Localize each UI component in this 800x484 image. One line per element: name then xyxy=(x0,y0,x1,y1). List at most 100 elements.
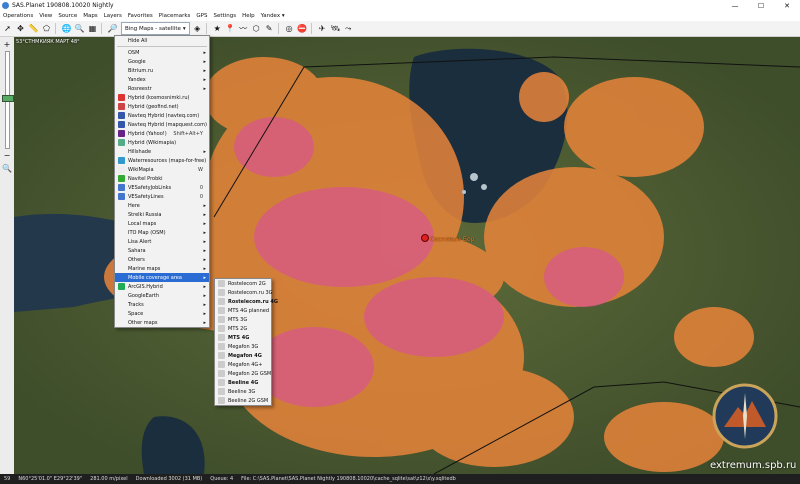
watermark: extremum.spb.ru xyxy=(710,460,797,471)
status-scale: 281.00 m/pixel xyxy=(90,476,128,482)
target-icon[interactable]: ◎ xyxy=(284,23,295,34)
layers-menu-item[interactable]: Space ▸ xyxy=(115,309,209,318)
layer-icon xyxy=(118,121,125,128)
zoom-slider-thumb[interactable] xyxy=(2,95,14,102)
layers-menu-item[interactable]: Tracks ▸ xyxy=(115,300,209,309)
edit-icon[interactable]: ✎ xyxy=(264,23,275,34)
menu-view[interactable]: View xyxy=(36,13,55,19)
layers-menu-item-label: Marine maps xyxy=(128,265,161,272)
coverage-menu-item[interactable]: Rostelecom.ru 3G xyxy=(215,288,273,297)
minimize-button[interactable]: — xyxy=(722,0,748,11)
coverage-menu-item[interactable]: Megafon 2G GSM xyxy=(215,369,271,378)
menu-source[interactable]: Source xyxy=(55,13,80,19)
layers-menu-item[interactable]: Hillshade ▸ xyxy=(115,147,209,156)
layers-menu-item[interactable]: Other maps ▸ xyxy=(115,318,209,327)
layers-menu-item[interactable]: Rosreestr ▸ xyxy=(115,84,209,93)
coverage-menu-item[interactable]: MTS 3G xyxy=(215,315,271,324)
zoom-panel: + − 🔍 xyxy=(0,37,15,474)
layers-menu-item[interactable]: Here ▸ xyxy=(115,201,209,210)
layers-menu-item[interactable]: Yandex ▸ xyxy=(115,75,209,84)
zoom-tool-icon[interactable]: 🔍 xyxy=(74,23,85,34)
satellite-icon[interactable]: 🛰 xyxy=(330,23,341,34)
menu-gps[interactable]: GPS xyxy=(193,13,210,19)
layers-menu-item[interactable]: ArcGIS.Hybrid ▸ xyxy=(115,282,209,291)
menu-layers[interactable]: Layers xyxy=(101,13,125,19)
layers-menu-item[interactable]: VESafetyJobLinks 0 xyxy=(115,183,209,192)
layers-menu-item[interactable]: WikiMapia W xyxy=(115,165,209,174)
layers-icon[interactable]: ◈ xyxy=(192,23,203,34)
coverage-menu-item[interactable]: Beeline 4G xyxy=(215,378,271,387)
coverage-menu-item[interactable]: Beeline 3G xyxy=(215,387,271,396)
layer-icon xyxy=(118,220,125,227)
layers-menu-item[interactable]: ITO Map (OSM) ▸ xyxy=(115,228,209,237)
layers-menu-item[interactable]: Others ▸ xyxy=(115,255,209,264)
star-icon[interactable]: ★ xyxy=(212,23,223,34)
layers-menu-item[interactable]: Sahara ▸ xyxy=(115,246,209,255)
layers-menu-item[interactable]: Local maps ▸ xyxy=(115,219,209,228)
menu-yandex[interactable]: Yandex ▾ xyxy=(258,13,288,19)
placemark-icon[interactable] xyxy=(421,234,429,242)
layers-menu-item[interactable]: Hybrid (kosmosnimki.ru) xyxy=(115,93,209,102)
area-icon[interactable]: ⬡ xyxy=(251,23,262,34)
layers-menu-item[interactable]: Strelki Russia ▸ xyxy=(115,210,209,219)
coverage-menu-item[interactable]: MTS 4G planned xyxy=(215,306,271,315)
layers-menu-item[interactable]: Hybrid (geofind.net) xyxy=(115,102,209,111)
menu-favorites[interactable]: Favorites xyxy=(125,13,156,19)
layers-menu-item[interactable]: Navitel Probki xyxy=(115,174,209,183)
layers-menu-item[interactable]: GoogleEarth ▸ xyxy=(115,291,209,300)
layers-menu-item[interactable]: Navteq Hybrid (mapquest.com) xyxy=(115,120,209,129)
coverage-layer-icon xyxy=(218,370,225,377)
stop-icon[interactable]: ⛔ xyxy=(297,23,308,34)
map-source-combo[interactable]: Bing Maps - satellite ▾ xyxy=(121,22,190,35)
layers-menu-item[interactable]: Marine maps ▸ xyxy=(115,264,209,273)
cursor-icon[interactable]: ➚ xyxy=(2,23,13,34)
layers-menu-item[interactable]: VESafetyLines 0 xyxy=(115,192,209,201)
move-icon[interactable]: ✥ xyxy=(15,23,26,34)
coverage-menu-item[interactable]: MTS 2G xyxy=(215,324,271,333)
coverage-menu-item[interactable]: Rostelecom.ru 4G xyxy=(215,297,278,306)
polygon-icon[interactable]: ⬠ xyxy=(41,23,52,34)
zoom-out-icon[interactable]: − xyxy=(2,150,12,160)
gps-icon[interactable]: ✈ xyxy=(317,23,328,34)
menu-settings[interactable]: Settings xyxy=(211,13,240,19)
coverage-menu-item-label: Beeline 3G xyxy=(228,388,256,395)
coverage-menu-item[interactable]: MTS 4G xyxy=(215,333,271,342)
close-button[interactable]: ✕ xyxy=(774,0,800,11)
layers-menu-item[interactable]: Lisa Alert ▸ xyxy=(115,237,209,246)
coverage-menu-item[interactable]: Megafon 4G xyxy=(215,351,271,360)
ruler-icon[interactable]: 📏 xyxy=(28,23,39,34)
maximize-button[interactable]: ☐ xyxy=(748,0,774,11)
grid-icon[interactable]: ▦ xyxy=(87,23,98,34)
layers-menu-item[interactable]: Google ▸ xyxy=(115,57,209,66)
layers-menu-item[interactable]: Navteq Hybrid (navteq.com) xyxy=(115,111,209,120)
layers-menu-item[interactable]: Mobile coverage area ▸ xyxy=(115,273,209,282)
placemark-icon[interactable]: 📍 xyxy=(225,23,236,34)
zoom-tool-icon[interactable]: 🔍 xyxy=(2,163,12,173)
coverage-menu-item[interactable]: Megafon 3G xyxy=(215,342,271,351)
menu-operations[interactable]: Operations xyxy=(0,13,36,19)
coverage-menu-item[interactable]: Rostelecom 2G xyxy=(215,279,271,288)
chevron-right-icon: ▸ xyxy=(203,310,206,317)
coverage-layer-icon xyxy=(218,280,225,287)
search-icon[interactable]: 🔎 xyxy=(107,23,118,34)
coverage-menu-item[interactable]: Megafon 4G+ xyxy=(215,360,271,369)
layers-menu-item-label: OSM xyxy=(128,49,140,56)
layers-menu-item[interactable]: Bitrium.ru ▸ xyxy=(115,66,209,75)
layers-menu-item-label: Navteq Hybrid (mapquest.com) xyxy=(128,121,207,128)
layers-menu-item[interactable]: Hybrid (Wikimapia) xyxy=(115,138,209,147)
layers-menu-item[interactable]: OSM ▸ xyxy=(115,48,209,57)
layers-menu-item[interactable]: Hide All xyxy=(115,36,209,45)
coverage-menu-item[interactable]: Beeline 2G GSM xyxy=(215,396,271,405)
coverage-layer-icon xyxy=(218,325,225,332)
layers-menu-item[interactable]: Hybrid (Yahoo!) Shift+Alt+Y xyxy=(115,129,209,138)
coverage-submenu: Rostelecom 2G Rostelecom.ru 3G Rostelecom.… xyxy=(214,278,278,406)
menu-help[interactable]: Help xyxy=(239,13,258,19)
chevron-right-icon: ▸ xyxy=(203,283,206,290)
menu-maps[interactable]: Maps xyxy=(80,13,100,19)
layers-menu-item[interactable]: Waterresources (maps-for-free) xyxy=(115,156,209,165)
path-icon[interactable]: 〰 xyxy=(238,23,249,34)
menu-placemarks[interactable]: Placemarks xyxy=(156,13,194,19)
track-icon[interactable]: ⤳ xyxy=(343,23,354,34)
zoom-in-icon[interactable]: + xyxy=(2,39,12,49)
globe-icon[interactable]: 🌐 xyxy=(61,23,72,34)
